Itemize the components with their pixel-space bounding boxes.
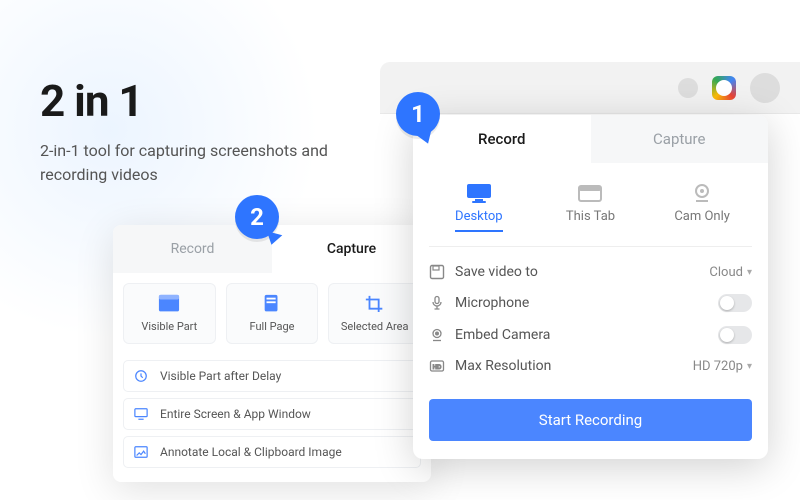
record-mode-label: Cam Only <box>674 209 730 224</box>
option-value: HD 720p <box>693 359 743 374</box>
capture-option-label: Visible Part after Delay <box>160 369 281 383</box>
option-microphone: Microphone <box>429 287 752 319</box>
capture-option-screen[interactable]: Entire Screen & App Window <box>123 398 421 430</box>
browser-toolbar <box>380 62 800 114</box>
option-label: Max Resolution <box>455 358 551 374</box>
record-mode-this-tab[interactable]: This Tab <box>535 175 646 242</box>
callout-badge-2: 2 <box>235 195 279 239</box>
option-max-resolution[interactable]: HD Max Resolution HD 720p ▾ <box>429 351 752 381</box>
record-mode-label: This Tab <box>566 209 615 224</box>
option-embed-camera: Embed Camera <box>429 319 752 351</box>
capture-mode-label: Selected Area <box>341 320 409 333</box>
capture-popup: Record Capture Visible Part Full Page Se… <box>113 225 431 482</box>
option-save-video[interactable]: Save video to Cloud ▾ <box>429 257 752 287</box>
microphone-icon <box>429 295 445 311</box>
option-label: Save video to <box>455 264 538 280</box>
record-popup: Record Capture Desktop This Tab Cam Only <box>413 115 768 459</box>
capture-option-delay[interactable]: Visible Part after Delay <box>123 360 421 392</box>
capture-option-label: Entire Screen & App Window <box>160 407 311 421</box>
avatar-icon <box>750 73 780 103</box>
camera-toggle[interactable] <box>718 326 752 344</box>
capture-mode-full-page[interactable]: Full Page <box>226 283 319 344</box>
capture-mode-visible-part[interactable]: Visible Part <box>123 283 216 344</box>
chevron-down-icon: ▾ <box>747 267 752 278</box>
capture-option-label: Annotate Local & Clipboard Image <box>160 445 342 459</box>
start-recording-button[interactable]: Start Recording <box>429 399 752 441</box>
capture-mode-selected-area[interactable]: Selected Area <box>328 283 421 344</box>
webcam-icon <box>689 183 715 203</box>
option-label: Microphone <box>455 295 529 311</box>
option-value: Cloud <box>709 265 743 280</box>
hero-title: 2 in 1 <box>40 75 360 127</box>
tab-icon <box>577 183 603 203</box>
camera-icon <box>429 327 445 343</box>
image-icon <box>134 445 150 459</box>
crop-icon <box>364 294 386 312</box>
record-mode-desktop[interactable]: Desktop <box>424 175 535 242</box>
tab-record[interactable]: Record <box>413 115 591 163</box>
window-icon <box>158 294 180 312</box>
capture-mode-label: Full Page <box>250 320 295 333</box>
monitor-icon <box>134 407 150 421</box>
toolbar-dot-icon <box>678 78 698 98</box>
hero-subtitle: 2-in-1 tool for capturing screenshots an… <box>40 139 360 187</box>
option-label: Embed Camera <box>455 327 550 343</box>
capture-mode-label: Visible Part <box>141 320 197 333</box>
clock-icon <box>134 369 150 383</box>
tab-capture[interactable]: Capture <box>272 225 431 273</box>
desktop-icon <box>466 183 492 203</box>
svg-text:HD: HD <box>433 365 442 371</box>
chevron-down-icon: ▾ <box>747 361 752 372</box>
capture-option-annotate[interactable]: Annotate Local & Clipboard Image <box>123 436 421 468</box>
extension-icon[interactable] <box>712 76 736 100</box>
microphone-toggle[interactable] <box>718 294 752 312</box>
tab-capture[interactable]: Capture <box>591 115 769 163</box>
record-mode-label: Desktop <box>455 209 503 232</box>
record-mode-cam-only[interactable]: Cam Only <box>647 175 758 242</box>
hd-icon: HD <box>429 358 445 374</box>
save-icon <box>429 264 445 280</box>
page-icon <box>261 294 283 312</box>
callout-badge-1: 1 <box>396 92 440 136</box>
